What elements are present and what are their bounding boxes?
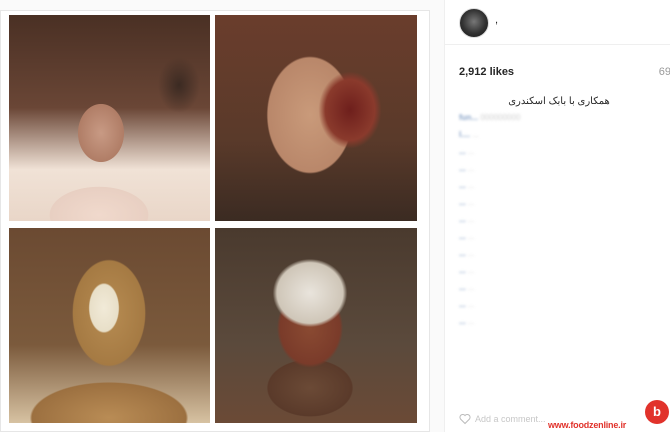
comment-author[interactable]: ... (459, 147, 466, 156)
comment-text: ... (467, 266, 475, 275)
comment-author[interactable]: l.... (459, 130, 470, 139)
comment-text: ... (467, 164, 475, 173)
comment-text: ... (467, 249, 475, 258)
collage-divider-vertical (210, 15, 215, 423)
comment-author[interactable]: ... (459, 300, 466, 309)
comment-author[interactable]: ... (459, 249, 466, 258)
comment-author[interactable]: ... (459, 215, 466, 224)
list-item: ... ... (459, 197, 670, 208)
comment-text: 000000000 (480, 113, 521, 122)
list-item: l.... ... (459, 129, 670, 140)
list-item: ... ... (459, 231, 670, 242)
comment-text: ... (467, 215, 475, 224)
photo-panel-wound-prosthetic (215, 15, 417, 221)
list-item: ... ... (459, 248, 670, 259)
username[interactable]: , (495, 14, 498, 26)
watermark-logo: b (645, 400, 669, 424)
list-item: ... ... (459, 214, 670, 225)
comment-text: ... (472, 130, 480, 139)
comment-author[interactable]: ... (459, 283, 466, 292)
list-item: ... ... (459, 146, 670, 157)
comment-author[interactable]: ... (459, 198, 466, 207)
comment-text: ... (467, 147, 475, 156)
comment-text: ... (467, 283, 475, 292)
comment-author[interactable]: fun... (459, 113, 478, 122)
photo-panel-clay-sculpt (9, 228, 210, 423)
comment-author[interactable]: ... (459, 266, 466, 275)
comments-list: fun... 000000000 l.... ... ... ... ... .… (459, 112, 670, 333)
comment-input[interactable]: Add a comment... (475, 414, 546, 424)
likes-count[interactable]: 2,912 likes (459, 66, 514, 78)
list-item: ... ... (459, 180, 670, 191)
list-item: ... ... (459, 163, 670, 174)
post-sidebar: , 2,912 likes 69 همکاری با بابک اسکندری … (444, 0, 670, 432)
collage-divider-horizontal (9, 221, 417, 228)
post-header: , (445, 0, 670, 45)
post-date: 69 (658, 66, 670, 78)
comment-author[interactable]: ... (459, 164, 466, 173)
comment-text: ... (467, 300, 475, 309)
list-item: fun... 000000000 (459, 112, 670, 123)
list-item: ... ... (459, 265, 670, 276)
comment-text: ... (467, 232, 475, 241)
comment-author[interactable]: ... (459, 181, 466, 190)
post-photo[interactable] (0, 10, 430, 432)
post-caption: همکاری با بابک اسکندری (508, 96, 610, 107)
avatar[interactable] (459, 8, 489, 38)
list-item: ... ... (459, 316, 670, 327)
comment-text: ... (467, 181, 475, 190)
list-item: ... ... (459, 282, 670, 293)
photo-panel-finished-head (215, 228, 417, 423)
comment-author[interactable]: ... (459, 232, 466, 241)
comment-author[interactable]: ... (459, 317, 466, 326)
photo-panel-makeup-artist (9, 15, 210, 221)
list-item: ... ... (459, 299, 670, 310)
watermark-text: www.foodzenline.ir (548, 420, 627, 430)
comment-text: ... (467, 198, 475, 207)
comment-text: ... (467, 317, 475, 326)
heart-icon[interactable] (459, 413, 471, 425)
